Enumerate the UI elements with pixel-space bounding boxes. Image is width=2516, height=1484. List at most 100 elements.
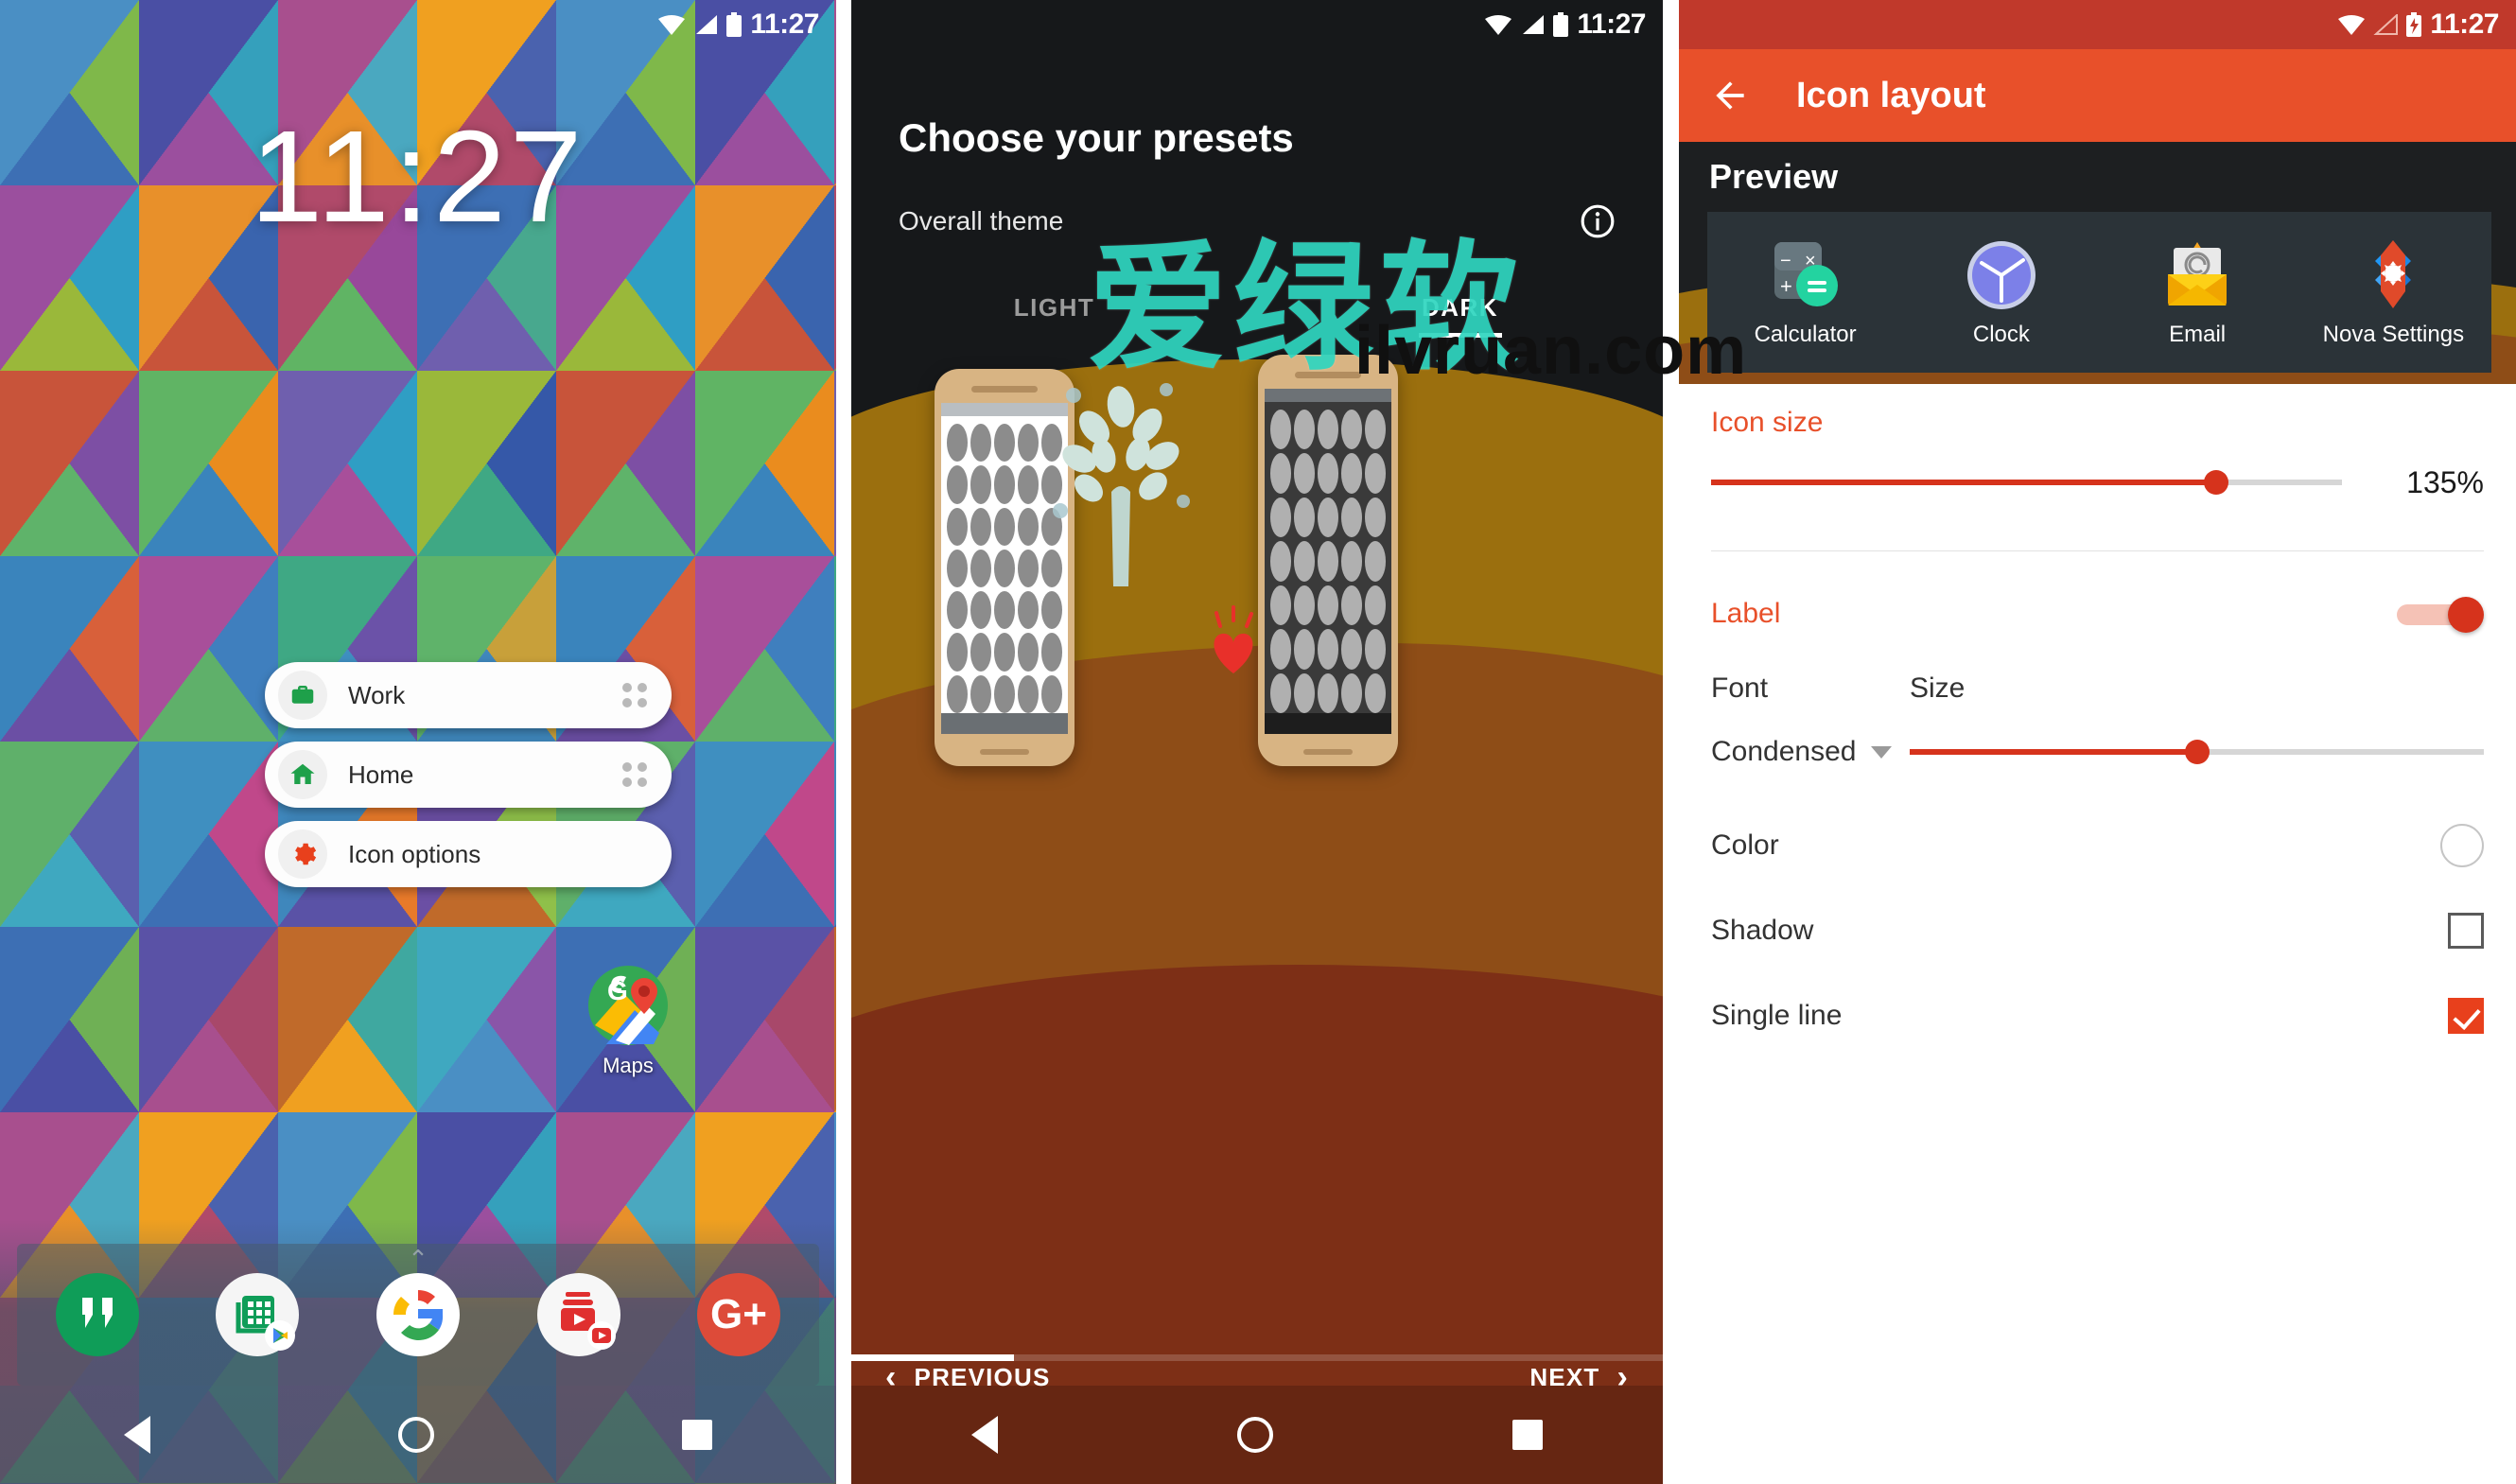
signal-icon: [2373, 14, 2399, 35]
arrow-left-icon[interactable]: [1709, 75, 1751, 116]
font-size-control-row: Condensed: [1711, 733, 2484, 771]
tab-dark-label: DARK: [1421, 293, 1499, 322]
youtube-play-icon[interactable]: [535, 1271, 622, 1358]
back-icon[interactable]: [124, 1416, 150, 1454]
email-icon: [2158, 236, 2236, 314]
shortcut-item-icon-options[interactable]: Icon options: [265, 821, 672, 887]
preview-app-label: Nova Settings: [2322, 322, 2465, 347]
briefcase-icon: [278, 671, 327, 720]
next-button[interactable]: NEXT ›: [1529, 1361, 1629, 1393]
setting-single-line-row[interactable]: Single line: [1711, 998, 2484, 1034]
size-header-label: Size: [1910, 672, 1966, 704]
status-bar-time: 11:27: [750, 9, 819, 40]
settings-list: Icon size 135% Label Font Size Condensed…: [1679, 384, 2516, 1484]
preview-app-calculator[interactable]: − × + Calculator: [1735, 236, 1877, 348]
shortcut-item-home[interactable]: Home: [265, 742, 672, 808]
drag-handle-icon[interactable]: [622, 762, 647, 787]
app-icon-maps[interactable]: G Maps: [571, 965, 685, 1078]
recents-icon[interactable]: [682, 1420, 712, 1450]
back-icon[interactable]: [970, 1416, 998, 1454]
wizard-footer: ‹ PREVIOUS NEXT ›: [851, 1344, 1663, 1410]
battery-icon: [1553, 12, 1569, 37]
next-label: NEXT: [1529, 1362, 1600, 1391]
preview-app-email[interactable]: Email: [2126, 236, 2268, 348]
google-g-icon[interactable]: [375, 1271, 462, 1358]
signal-icon: [1520, 14, 1545, 35]
font-size-header-row: Font Size: [1711, 672, 2484, 705]
preview-app-clock[interactable]: Clock: [1931, 236, 2072, 348]
setting-label: Icon size: [1711, 407, 1824, 438]
preview-app-label: Clock: [1972, 322, 2030, 347]
setting-label: Single line: [1711, 1000, 1843, 1031]
font-dropdown[interactable]: Condensed: [1711, 736, 1910, 768]
icon-size-slider[interactable]: 135%: [1711, 463, 2484, 501]
slider-thumb[interactable]: [2184, 740, 2210, 764]
shortcut-item-work[interactable]: Work: [265, 662, 672, 728]
info-icon[interactable]: [1580, 203, 1616, 244]
font-size-slider[interactable]: [1910, 733, 2484, 771]
google-maps-icon: G: [587, 965, 669, 1046]
screenshot-stage: 11:27 11:27 Work Home Icon options G Map…: [0, 0, 2516, 1484]
app-label: Maps: [603, 1054, 654, 1077]
home-icon[interactable]: [398, 1417, 434, 1453]
signal-icon: [693, 14, 718, 35]
shortcut-label: Icon options: [348, 839, 481, 868]
gear-icon: [278, 829, 327, 879]
svg-text:−: −: [1780, 251, 1791, 271]
preview-app-nova-settings[interactable]: Nova Settings: [2322, 236, 2464, 348]
preview-app-label: Email: [2169, 322, 2227, 347]
home-screen-panel: 11:27 11:27 Work Home Icon options G Map…: [0, 0, 836, 1484]
color-swatch[interactable]: [2440, 824, 2484, 867]
font-value: Condensed: [1711, 736, 1857, 767]
setting-shadow-row[interactable]: Shadow: [1711, 913, 2484, 949]
wifi-icon: [1485, 14, 1512, 35]
svg-text:+: +: [1780, 274, 1792, 298]
wifi-icon: [2338, 14, 2366, 35]
shadow-checkbox[interactable]: [2448, 913, 2484, 949]
calculator-icon: − × +: [1767, 236, 1844, 314]
chevron-right-icon: ›: [1616, 1359, 1629, 1395]
tab-light[interactable]: LIGHT: [851, 293, 1257, 323]
home-icon[interactable]: [1236, 1417, 1273, 1453]
setting-color-row[interactable]: Color: [1711, 824, 2484, 867]
single-line-checkbox[interactable]: [2448, 998, 2484, 1034]
svg-text:G: G: [607, 976, 628, 1005]
status-bar-home: 11:27: [0, 0, 836, 49]
system-nav-bar-home: [0, 1386, 836, 1484]
slider-fill: [1711, 480, 2216, 485]
hangouts-icon[interactable]: [54, 1271, 141, 1358]
sheets-play-icon[interactable]: [214, 1271, 301, 1358]
preview-card: − × + Calculator Clock Email Nova Settin…: [1707, 212, 2491, 373]
recents-icon[interactable]: [1512, 1420, 1544, 1450]
previous-button[interactable]: ‹ PREVIOUS: [885, 1361, 1051, 1393]
chevron-left-icon: ‹: [885, 1359, 898, 1395]
setting-label: Shadow: [1711, 915, 1814, 946]
icon-layout-panel: 11:27 Icon layout Preview − × + Calculat…: [1679, 0, 2516, 1484]
preview-area: Preview − × + Calculator Clock Email Nov…: [1679, 142, 2516, 384]
setting-label: Label: [1711, 598, 1781, 629]
font-header-label: Font: [1711, 672, 1769, 704]
home-clock-widget: 11:27: [250, 104, 586, 250]
slider-track[interactable]: [1910, 740, 2484, 764]
house-icon: [278, 750, 327, 799]
slider-thumb[interactable]: [2203, 470, 2228, 495]
previous-label: PREVIOUS: [914, 1362, 1051, 1391]
google-plus-icon[interactable]: G+: [695, 1271, 782, 1358]
nova-settings-icon: [2354, 236, 2432, 314]
preview-app-label: Calculator: [1754, 322, 1857, 347]
toggle-thumb[interactable]: [2448, 597, 2484, 633]
battery-icon: [726, 12, 743, 37]
theme-tabs: LIGHT DARK: [851, 293, 1663, 338]
label-toggle[interactable]: [2397, 597, 2484, 633]
setting-icon-size: Icon size 135%: [1711, 384, 2484, 501]
clock-icon: [1963, 236, 2040, 314]
slider-track[interactable]: [1711, 470, 2342, 495]
drag-handle-icon[interactable]: [622, 683, 647, 707]
tree-decoration-icon: [1045, 369, 1197, 586]
wifi-icon: [658, 14, 686, 35]
dark-phone-preview[interactable]: [1258, 355, 1398, 766]
status-bar-time: 11:27: [1577, 9, 1646, 40]
battery-charging-icon: [2406, 12, 2422, 37]
tab-dark[interactable]: DARK: [1257, 293, 1663, 338]
divider: [1711, 550, 2484, 551]
